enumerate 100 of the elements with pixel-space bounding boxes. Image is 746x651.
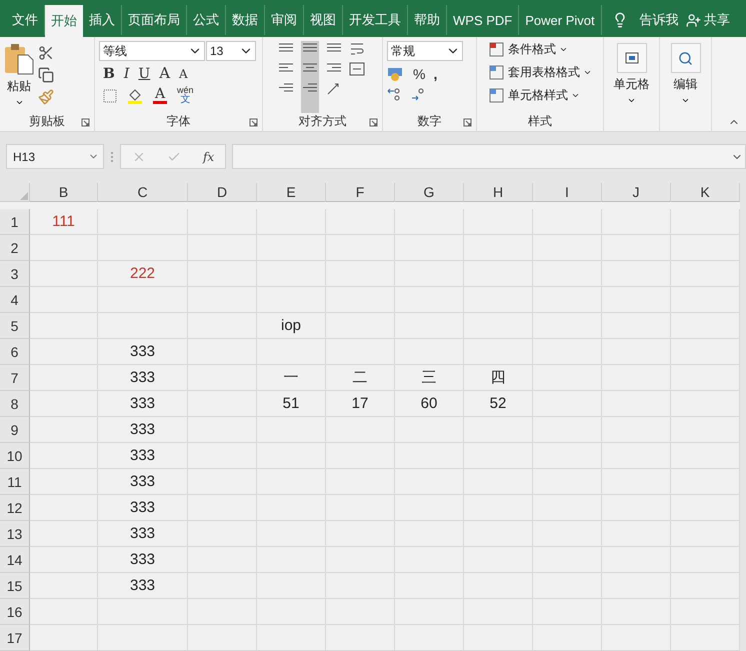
cell[interactable] xyxy=(326,235,395,262)
cell[interactable] xyxy=(464,599,533,626)
row-header[interactable]: 13 xyxy=(0,521,30,548)
cell[interactable]: 333 xyxy=(98,443,188,470)
row-header[interactable]: 6 xyxy=(0,339,30,366)
cell[interactable] xyxy=(326,547,395,574)
cell[interactable] xyxy=(30,521,98,548)
cell[interactable] xyxy=(464,469,533,496)
phonetic-button[interactable]: wén 文 xyxy=(177,86,194,106)
ribbon-tab[interactable]: 审阅 xyxy=(265,5,304,36)
cell[interactable] xyxy=(602,495,671,522)
cell[interactable] xyxy=(671,313,740,340)
cell[interactable]: 333 xyxy=(98,521,188,548)
cell[interactable] xyxy=(30,625,98,651)
cell[interactable] xyxy=(602,313,671,340)
cell[interactable] xyxy=(464,625,533,651)
ribbon-tab[interactable]: 公式 xyxy=(187,5,226,36)
row-header[interactable]: 17 xyxy=(0,625,30,651)
cell[interactable] xyxy=(30,417,98,444)
table-style-icon[interactable] xyxy=(489,88,505,104)
cell[interactable] xyxy=(671,495,740,522)
cell[interactable] xyxy=(602,625,671,651)
cell[interactable] xyxy=(30,573,98,600)
column-header[interactable]: F xyxy=(326,183,395,202)
style-menu-button[interactable]: 套用表格格式 xyxy=(508,64,580,82)
cell[interactable] xyxy=(602,365,671,392)
cell[interactable] xyxy=(602,261,671,288)
cell[interactable] xyxy=(30,365,98,392)
cell[interactable] xyxy=(188,365,257,392)
cell[interactable] xyxy=(602,547,671,574)
cell[interactable] xyxy=(464,521,533,548)
column-header[interactable]: D xyxy=(188,183,257,202)
cell[interactable]: 52 xyxy=(464,391,533,418)
cell[interactable] xyxy=(257,209,326,236)
cell[interactable] xyxy=(257,547,326,574)
cell[interactable] xyxy=(30,313,98,340)
italic-button[interactable]: I xyxy=(124,66,130,81)
cell[interactable] xyxy=(326,261,395,288)
cell[interactable] xyxy=(395,287,464,314)
cell[interactable] xyxy=(395,469,464,496)
column-header[interactable]: E xyxy=(257,183,326,202)
cell[interactable] xyxy=(188,235,257,262)
cell[interactable] xyxy=(98,625,188,651)
cell[interactable] xyxy=(464,339,533,366)
ribbon-tab[interactable]: WPS PDF xyxy=(447,5,520,36)
cell[interactable] xyxy=(671,261,740,288)
share-button[interactable]: 共享 xyxy=(704,11,730,30)
cell[interactable] xyxy=(533,599,602,626)
cell[interactable] xyxy=(671,443,740,470)
cell[interactable] xyxy=(395,417,464,444)
cell[interactable]: 333 xyxy=(98,469,188,496)
cell[interactable] xyxy=(188,521,257,548)
row-header[interactable]: 14 xyxy=(0,547,30,574)
cell[interactable] xyxy=(671,625,740,651)
cell[interactable]: 222 xyxy=(98,261,188,288)
cell[interactable] xyxy=(533,521,602,548)
cell[interactable] xyxy=(188,495,257,522)
cell[interactable] xyxy=(395,443,464,470)
cell[interactable] xyxy=(533,209,602,236)
cell[interactable] xyxy=(30,495,98,522)
scissors-icon[interactable] xyxy=(38,45,54,62)
style-menu-button[interactable]: 单元格样式 xyxy=(508,87,568,104)
cell[interactable] xyxy=(671,417,740,444)
cell[interactable] xyxy=(257,417,326,444)
row-header[interactable]: 9 xyxy=(0,417,30,444)
row-header[interactable]: 3 xyxy=(0,261,30,288)
cell[interactable] xyxy=(533,235,602,262)
cell[interactable] xyxy=(671,287,740,314)
cell[interactable] xyxy=(395,235,464,262)
cell[interactable] xyxy=(533,287,602,314)
cell[interactable] xyxy=(98,599,188,626)
cell[interactable]: 333 xyxy=(98,573,188,600)
cell[interactable] xyxy=(188,287,257,314)
cell[interactable] xyxy=(533,261,602,288)
cell[interactable]: 333 xyxy=(98,417,188,444)
cell[interactable] xyxy=(464,417,533,444)
cell[interactable] xyxy=(395,209,464,236)
borders-icon[interactable] xyxy=(103,88,117,103)
cell[interactable] xyxy=(326,625,395,651)
cell[interactable] xyxy=(30,469,98,496)
cell[interactable] xyxy=(257,599,326,626)
cell[interactable] xyxy=(30,339,98,366)
cell[interactable] xyxy=(395,339,464,366)
column-header[interactable]: K xyxy=(671,183,740,202)
cell[interactable] xyxy=(257,521,326,548)
cell[interactable] xyxy=(188,599,257,626)
cell[interactable] xyxy=(188,209,257,236)
cell[interactable] xyxy=(464,495,533,522)
cell[interactable] xyxy=(533,313,602,340)
cell[interactable] xyxy=(395,495,464,522)
cell[interactable] xyxy=(464,573,533,600)
cell[interactable] xyxy=(326,521,395,548)
cell[interactable] xyxy=(326,495,395,522)
font-size-field[interactable]: 13 xyxy=(206,41,256,62)
font-color-button[interactable]: A xyxy=(153,87,167,104)
paintbrush-icon[interactable] xyxy=(38,89,54,106)
cell[interactable] xyxy=(257,573,326,600)
ribbon-tab[interactable]: 开始 xyxy=(45,5,83,38)
bold-button[interactable]: B xyxy=(103,66,115,81)
row-header[interactable]: 15 xyxy=(0,573,30,600)
